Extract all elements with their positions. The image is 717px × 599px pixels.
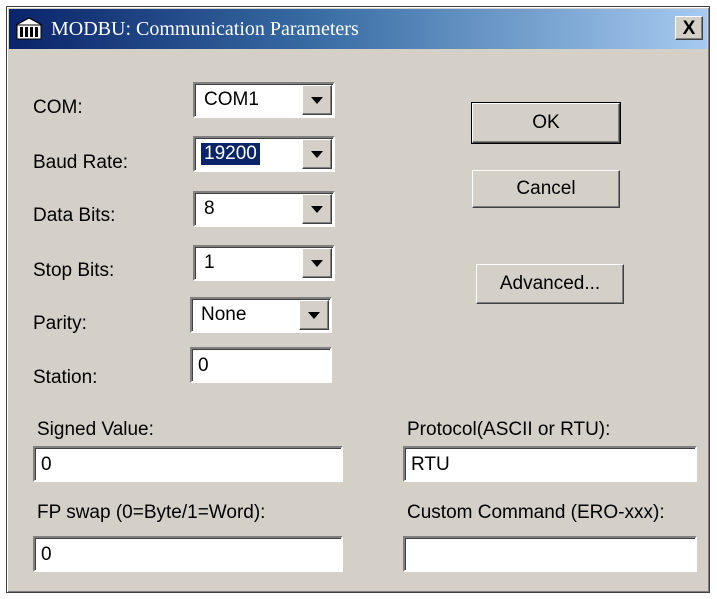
station-label: Station:	[33, 367, 98, 388]
cancel-button[interactable]: Cancel	[472, 170, 620, 208]
fp-swap-value: 0	[41, 544, 52, 565]
custom-command-field[interactable]	[403, 536, 697, 572]
data-bits-select[interactable]: 8	[193, 191, 335, 227]
chevron-down-icon[interactable]	[299, 300, 329, 330]
fp-swap-label: FP swap (0=Byte/1=Word):	[37, 502, 266, 523]
baud-rate-value: 19200	[201, 143, 260, 165]
protocol-field[interactable]: RTU	[403, 446, 697, 482]
station-value: 0	[198, 355, 209, 376]
protocol-label: Protocol(ASCII or RTU):	[407, 419, 611, 440]
baud-rate-select[interactable]: 19200	[193, 136, 335, 172]
stop-bits-select[interactable]: 1	[193, 245, 335, 281]
com-value: COM1	[204, 89, 259, 110]
ok-button[interactable]: OK	[471, 102, 621, 144]
baud-rate-label: Baud Rate:	[33, 152, 129, 173]
stop-bits-value: 1	[204, 252, 215, 273]
chevron-down-icon[interactable]	[302, 194, 332, 224]
data-bits-label: Data Bits:	[33, 205, 116, 226]
close-button[interactable]: X	[675, 16, 703, 40]
stop-bits-label: Stop Bits:	[33, 260, 115, 281]
signed-value-value: 0	[41, 454, 52, 475]
parity-select[interactable]: None	[190, 297, 332, 333]
station-field[interactable]: 0	[190, 347, 332, 383]
modbus-dialog: MODBU: Communication Parameters X COM: C…	[6, 6, 710, 593]
custom-command-label: Custom Command (ERO-xxx):	[407, 502, 665, 523]
signed-value-label: Signed Value:	[37, 419, 154, 440]
app-icon	[15, 17, 43, 41]
protocol-value: RTU	[411, 454, 450, 475]
window-title: MODBU: Communication Parameters	[51, 18, 359, 40]
data-bits-value: 8	[204, 198, 215, 219]
chevron-down-icon[interactable]	[302, 248, 332, 278]
chevron-down-icon[interactable]	[302, 85, 332, 115]
fp-swap-field[interactable]: 0	[33, 536, 343, 572]
com-label: COM:	[33, 97, 83, 118]
signed-value-field[interactable]: 0	[33, 446, 343, 482]
parity-label: Parity:	[33, 313, 87, 334]
title-bar[interactable]: MODBU: Communication Parameters X	[9, 9, 707, 49]
close-icon: X	[682, 17, 696, 39]
advanced-button[interactable]: Advanced...	[476, 264, 624, 304]
chevron-down-icon[interactable]	[302, 139, 332, 169]
parity-value: None	[201, 304, 247, 325]
com-select[interactable]: COM1	[193, 82, 335, 118]
